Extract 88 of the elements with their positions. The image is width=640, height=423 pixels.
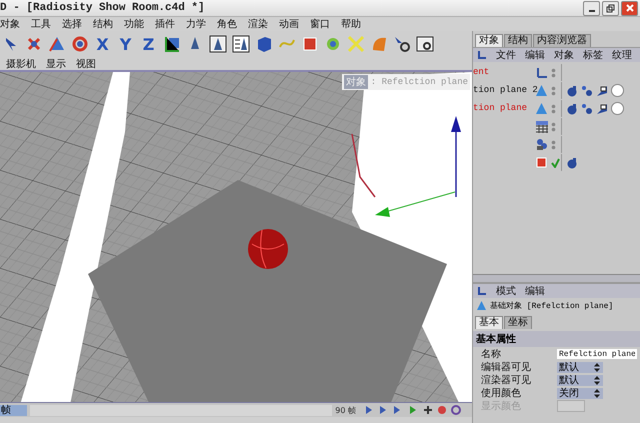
close-icon [626,4,634,12]
object-title: 基础对象 [Refelction plane] [490,300,614,311]
check-icon[interactable] [551,158,560,168]
visibility-dots-icon[interactable] [551,104,556,114]
menu-item[interactable]: 对象 [0,17,20,31]
restore-icon [606,4,615,12]
floor-icon [535,120,549,133]
name-input-field[interactable]: Refelction plane [557,349,637,359]
hierarchy-icon[interactable] [477,50,487,60]
triangle-object-icon [535,84,548,97]
field-label: 渲染器可见 [481,374,532,387]
hierarchy-icon[interactable] [477,286,487,296]
panel-menu-item[interactable]: 模式 [496,284,516,298]
object-name-label: : Refelction plane [370,77,468,87]
scale-icon[interactable] [48,35,66,53]
triangle-object-icon [535,102,548,115]
select-dropdown[interactable]: 默认 [557,374,603,386]
section-header: 基本属性 [473,331,640,347]
timeline-track[interactable] [30,404,332,416]
field-label: 编辑器可见 [481,360,532,374]
render-settings-icon[interactable] [232,35,250,53]
attribute-tab[interactable]: 坐标 [504,316,532,329]
spinner-arrows-icon [594,362,600,372]
panel-menu-item[interactable]: 对象 [554,48,574,62]
select-dropdown[interactable]: 默认 [557,362,603,372]
menu-item[interactable]: 动画 [279,17,299,31]
axis-lock-button[interactable]: X [96,34,109,54]
material-tag-icon[interactable] [566,156,578,168]
object-name[interactable]: tion plane 2 [473,85,538,96]
menu-item[interactable]: 角色 [217,17,237,31]
minimize-button[interactable] [583,0,600,16]
visibility-dots-icon[interactable] [551,86,556,96]
menu-item[interactable]: 工具 [31,17,51,31]
axis-null-icon [535,66,548,79]
render-picture-icon[interactable] [208,35,226,53]
nurbs-icon[interactable] [300,35,318,53]
panel-menu-item[interactable]: 文件 [496,48,516,62]
cube-icon [535,156,548,169]
panel-menu-item[interactable]: 标签 [583,48,603,62]
axis-lock-button[interactable]: Y [120,34,132,54]
panel-tab[interactable]: 结构 [504,34,532,47]
menu-item[interactable]: 插件 [155,17,175,31]
axis-lock-button[interactable]: Z [142,34,154,54]
spinner-arrows-icon [594,376,600,384]
viewport-menu-item[interactable]: 显示 [46,56,66,70]
menu-item[interactable]: 帮助 [341,17,361,31]
frame-field[interactable]: 帧 [0,404,27,416]
panel-tab[interactable]: 内容浏览器 [533,34,591,47]
material-tag-icon[interactable] [566,102,578,114]
camera-icon [535,138,548,151]
help-pointer-icon[interactable] [392,35,410,53]
link-tag-icon[interactable] [581,84,593,96]
frame-count: 90 帧 [335,404,356,416]
attribute-tab[interactable]: 基本 [475,316,503,329]
menu-item[interactable]: 功能 [124,17,144,31]
viewport-menu-item[interactable]: 视图 [76,56,96,70]
rotate-icon[interactable] [70,35,88,53]
panel-menu-item[interactable]: 纹理 [612,48,632,62]
menu-item[interactable]: 选择 [62,17,82,31]
link-tag-icon[interactable] [581,102,593,114]
visibility-dots-icon[interactable] [551,68,556,78]
triangle-object-icon [476,300,487,311]
panel-menu-item[interactable]: 编辑 [525,48,545,62]
menu-item[interactable]: 渲染 [248,17,268,31]
horizontal-scrollbar[interactable] [473,275,640,283]
coordinate-system-icon[interactable] [162,35,180,53]
material-tag-icon[interactable] [566,84,578,96]
select-dropdown[interactable]: 关闭 [557,388,603,398]
panel-tab[interactable]: 对象 [475,34,503,47]
help-window-icon[interactable] [416,35,434,53]
close-button[interactable] [621,0,638,16]
spinner-arrows-icon [594,388,600,398]
window-title: D - [Radiosity Show Room.c4d *] [0,2,205,14]
texture-tag-icon[interactable] [596,84,608,96]
panel-menu-item[interactable]: 编辑 [525,284,545,298]
visibility-dots-icon[interactable] [551,140,556,150]
label-prefix: 对象 [344,75,368,89]
pointer-icon[interactable] [4,36,18,52]
visibility-dots-icon[interactable] [551,122,556,132]
viewport-menu-item[interactable]: 摄影机 [6,56,36,70]
restore-button[interactable] [602,0,619,16]
field-label: 名称 [481,348,502,361]
menu-item[interactable]: 力学 [186,17,206,31]
field-label: 使用颜色 [481,386,522,400]
texture-tag-icon[interactable] [596,102,608,114]
menu-item[interactable]: 结构 [93,17,113,31]
color-swatch[interactable] [557,400,585,412]
menu-item[interactable]: 窗口 [310,17,330,31]
